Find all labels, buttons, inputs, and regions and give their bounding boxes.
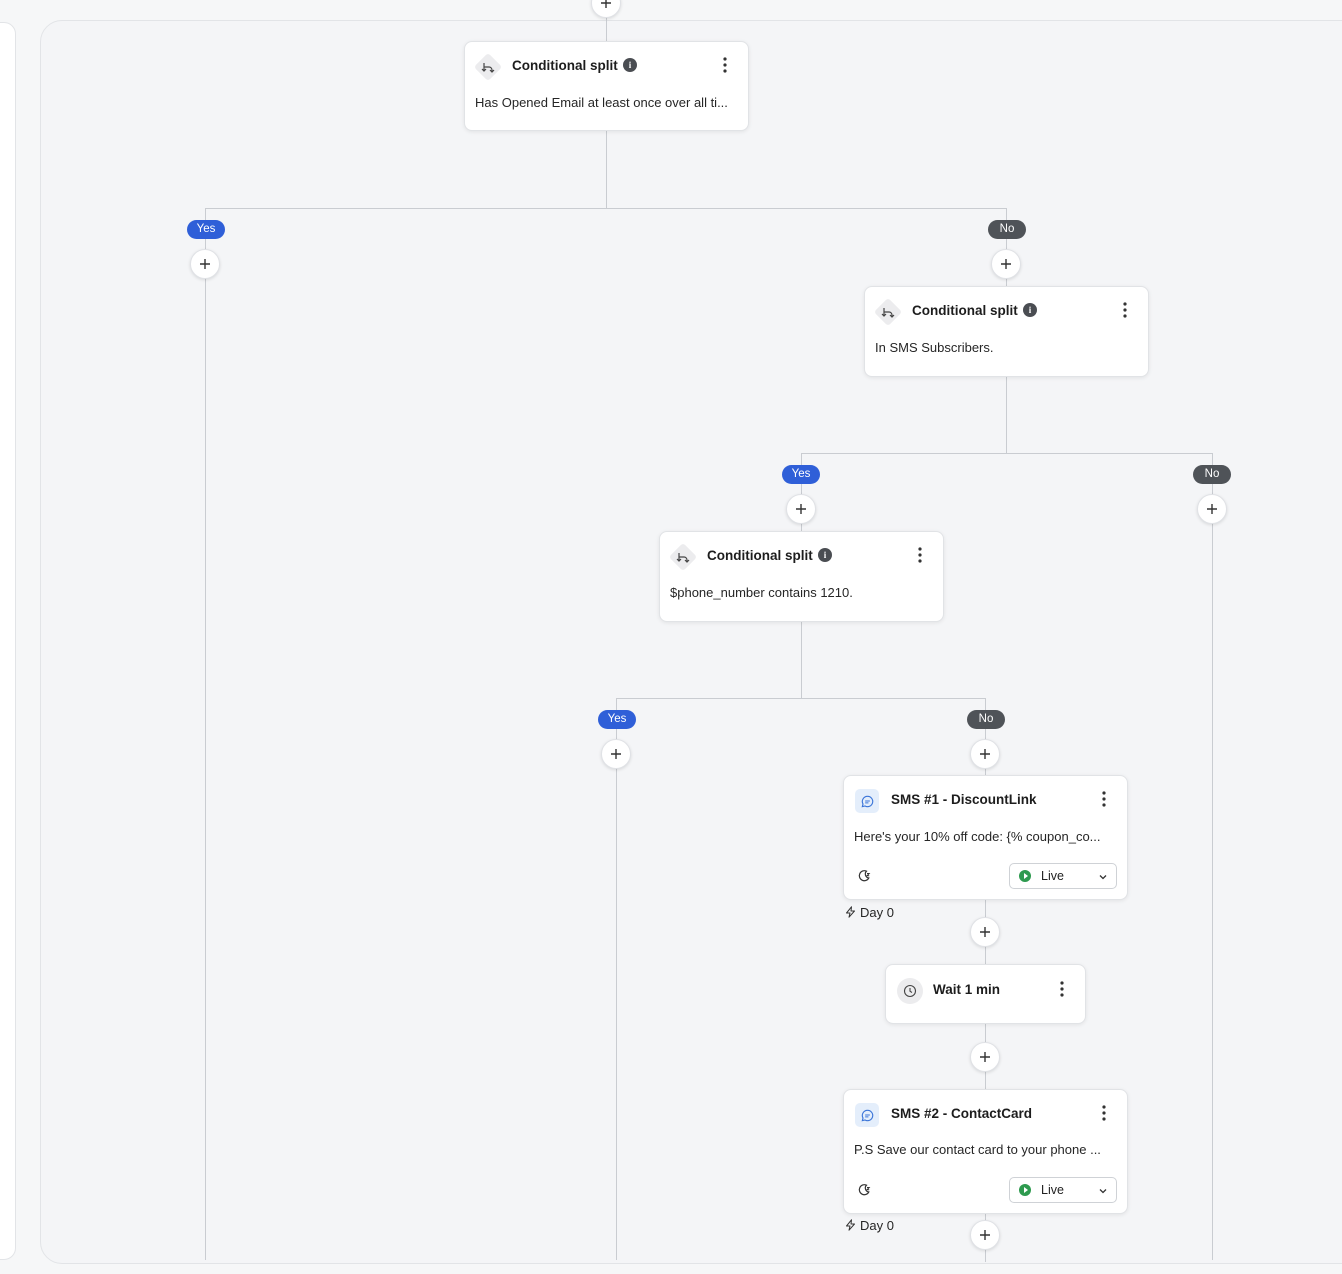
branch-yes-label: Yes (187, 220, 225, 239)
add-step-button[interactable] (970, 917, 1000, 947)
connector (616, 698, 617, 1260)
card-description: Has Opened Email at least once over all … (475, 95, 728, 110)
conditional-split-card[interactable]: Conditional split i $phone_number contai… (659, 531, 944, 622)
info-icon[interactable]: i (623, 58, 637, 72)
lightning-icon (846, 1219, 855, 1231)
clock-icon (897, 978, 923, 1004)
info-icon[interactable]: i (1023, 303, 1037, 317)
add-step-button[interactable] (1197, 494, 1227, 524)
status-dropdown[interactable]: Live (1009, 863, 1117, 889)
day-text: Day 0 (860, 905, 894, 920)
wait-card[interactable]: Wait 1 min (885, 964, 1086, 1024)
play-icon (1019, 1184, 1031, 1196)
sms-card[interactable]: SMS #1 - DiscountLink Here's your 10% of… (843, 775, 1128, 900)
card-title: Conditional split (912, 303, 1018, 318)
add-step-button[interactable] (786, 494, 816, 524)
day-text: Day 0 (860, 1218, 894, 1233)
card-description: Here's your 10% off code: {% coupon_co..… (854, 829, 1101, 844)
plus-icon (980, 749, 990, 759)
split-icon (669, 543, 697, 571)
card-description: In SMS Subscribers. (875, 340, 994, 355)
message-icon (855, 1103, 879, 1127)
moon-icon (857, 869, 871, 883)
sms-card[interactable]: SMS #2 - ContactCard P.S Save our contac… (843, 1089, 1128, 1214)
plus-icon (1001, 259, 1011, 269)
more-vertical-icon[interactable] (912, 545, 928, 565)
flow-canvas (40, 20, 1342, 1264)
connector (205, 208, 206, 1260)
plus-icon (200, 259, 210, 269)
split-icon (874, 298, 902, 326)
card-description: $phone_number contains 1210. (670, 585, 853, 600)
chevron-down-icon (1099, 875, 1107, 880)
more-vertical-icon[interactable] (1117, 300, 1133, 320)
plus-icon (601, 0, 611, 8)
add-step-button[interactable] (970, 1042, 1000, 1072)
more-vertical-icon[interactable] (1096, 1103, 1112, 1123)
info-icon[interactable]: i (818, 548, 832, 562)
add-step-button[interactable] (591, 0, 621, 18)
card-title: Conditional split (512, 58, 618, 73)
connector (801, 453, 1213, 454)
more-vertical-icon[interactable] (1054, 979, 1070, 999)
card-title: Conditional split (707, 548, 813, 563)
add-step-button[interactable] (601, 739, 631, 769)
add-step-button[interactable] (190, 249, 220, 279)
plus-icon (796, 504, 806, 514)
card-title: SMS #2 - ContactCard (891, 1106, 1033, 1121)
status-label: Live (1041, 1183, 1064, 1197)
connector (801, 620, 802, 698)
status-label: Live (1041, 869, 1064, 883)
status-dropdown[interactable]: Live (1009, 1177, 1117, 1203)
connector (1212, 453, 1213, 1260)
branch-no-label: No (967, 710, 1005, 729)
branch-yes-label: Yes (598, 710, 636, 729)
more-vertical-icon[interactable] (717, 55, 733, 75)
card-title: Wait 1 min (933, 982, 1001, 997)
play-icon (1019, 870, 1031, 882)
plus-icon (980, 927, 990, 937)
conditional-split-card[interactable]: Conditional split i Has Opened Email at … (464, 41, 749, 131)
connector (616, 698, 986, 699)
day-label: Day 0 (845, 1218, 894, 1233)
plus-icon (1207, 504, 1217, 514)
add-step-button[interactable] (970, 1220, 1000, 1250)
left-panel (0, 22, 16, 1260)
day-label: Day 0 (845, 905, 894, 920)
chevron-down-icon (1099, 1189, 1107, 1194)
message-icon (855, 789, 879, 813)
card-title: SMS #1 - DiscountLink (891, 792, 1037, 807)
plus-icon (611, 749, 621, 759)
add-step-button[interactable] (970, 739, 1000, 769)
branch-yes-label: Yes (782, 465, 820, 484)
card-description: P.S Save our contact card to your phone … (854, 1142, 1101, 1157)
branch-no-label: No (1193, 465, 1231, 484)
connector (205, 208, 1007, 209)
plus-icon (980, 1052, 990, 1062)
connector (1006, 376, 1007, 453)
plus-icon (980, 1230, 990, 1240)
branch-no-label: No (988, 220, 1026, 239)
conditional-split-card[interactable]: Conditional split i In SMS Subscribers. (864, 286, 1149, 377)
moon-icon (857, 1183, 871, 1197)
split-icon (474, 53, 502, 81)
more-vertical-icon[interactable] (1096, 789, 1112, 809)
add-step-button[interactable] (991, 249, 1021, 279)
lightning-icon (846, 906, 855, 918)
connector (606, 130, 607, 208)
